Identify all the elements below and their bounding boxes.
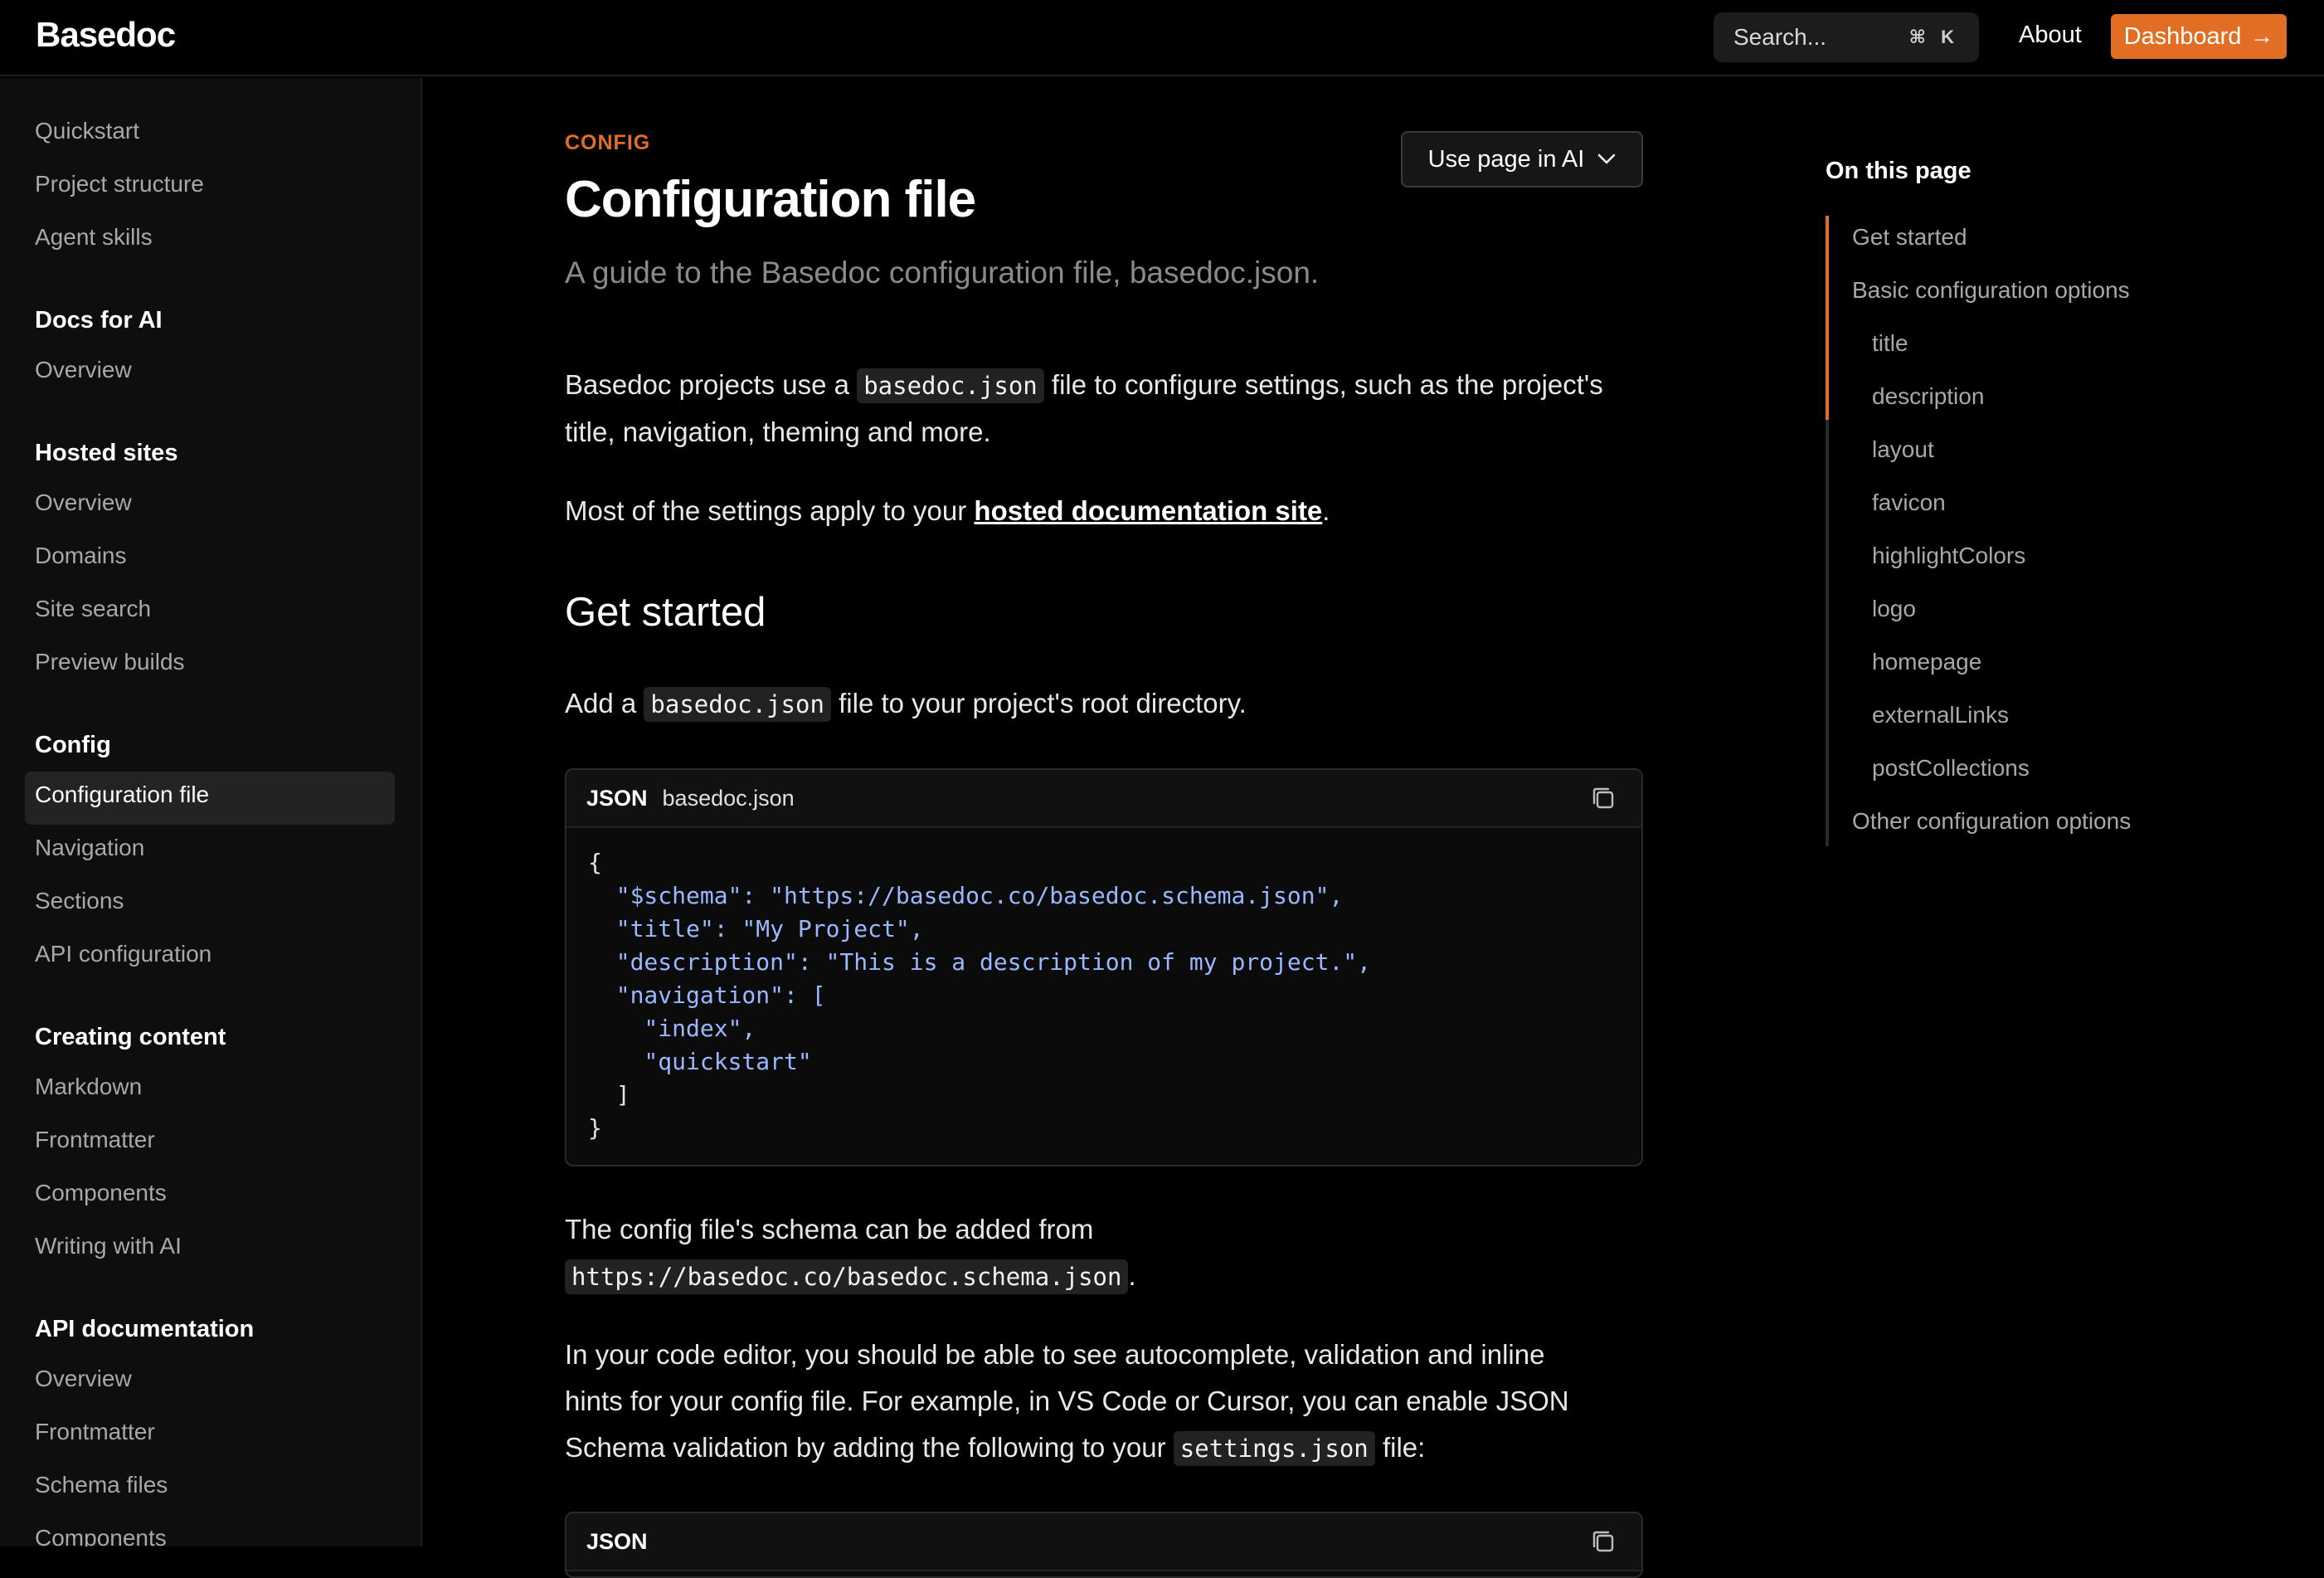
dashboard-label: Dashboard xyxy=(2123,22,2242,50)
intro-paragraph: Basedoc projects use a basedoc.json file… xyxy=(565,362,1643,455)
use-page-in-ai-button[interactable]: Use page in AI xyxy=(1401,131,1643,188)
toc-item-highlightcolors[interactable]: highlightColors xyxy=(1872,543,2025,569)
code-content: { "$schema": "https://basedoc.co/basedoc… xyxy=(566,828,1641,1155)
site-logo[interactable]: Basedoc xyxy=(36,15,176,55)
toc-title: On this page xyxy=(1826,158,1972,184)
code-block-settings-json: JSON xyxy=(565,1512,1643,1578)
code-line: "index", xyxy=(588,1015,756,1042)
code-language: JSON xyxy=(586,785,648,811)
sidebar-item-components[interactable]: Components xyxy=(35,1525,167,1546)
editor-paragraph: In your code editor, you should be able … xyxy=(565,1332,1610,1472)
hosted-documentation-site-link[interactable]: hosted documentation site xyxy=(974,495,1322,526)
search-placeholder: Search... xyxy=(1733,24,1827,50)
code-language: JSON xyxy=(586,1528,648,1554)
code-line: ] xyxy=(588,1081,630,1108)
sidebar-nav: Quickstart Project structure Agent skill… xyxy=(0,78,422,1546)
copy-icon[interactable] xyxy=(1590,785,1617,811)
sidebar-item-navigation[interactable]: Navigation xyxy=(35,835,144,861)
schema-paragraph: The config file's schema can be added fr… xyxy=(565,1206,1560,1300)
inline-code: basedoc.json xyxy=(857,368,1044,403)
sidebar-item-markdown[interactable]: Markdown xyxy=(35,1074,142,1100)
arrow-right-icon: → xyxy=(2249,22,2274,50)
sidebar-heading-config: Config xyxy=(35,732,111,758)
toc-item-get-started[interactable]: Get started xyxy=(1852,224,1967,251)
chevron-down-icon xyxy=(1598,153,1616,164)
code-line: "title": "My Project", xyxy=(588,915,924,942)
copy-icon[interactable] xyxy=(1590,1528,1617,1555)
sidebar-item-preview-builds[interactable]: Preview builds xyxy=(35,649,185,675)
sidebar-heading-docs-for-ai: Docs for AI xyxy=(35,307,163,334)
toc-item-other-configuration-options[interactable]: Other configuration options xyxy=(1852,808,2131,835)
code-filename: basedoc.json xyxy=(662,785,795,811)
sidebar-heading-hosted-sites: Hosted sites xyxy=(35,440,178,466)
sidebar-item-writing-with-ai[interactable]: Writing with AI xyxy=(35,1233,182,1259)
sidebar-item-configuration-file[interactable]: Configuration file xyxy=(35,782,209,808)
toc-item-basic-configuration-options[interactable]: Basic configuration options xyxy=(1852,277,2130,304)
sidebar-item-overview[interactable]: Overview xyxy=(35,1366,132,1392)
code-line: "navigation": [ xyxy=(588,981,826,1009)
page-title: Configuration file xyxy=(565,171,976,228)
text: Basedoc projects use a xyxy=(565,369,858,400)
sidebar-item-api-configuration[interactable]: API configuration xyxy=(35,941,211,967)
toc-active-indicator xyxy=(1826,216,1829,420)
toc-item-logo[interactable]: logo xyxy=(1872,596,1916,622)
text: . xyxy=(1322,495,1330,526)
sidebar-item-schema-files[interactable]: Schema files xyxy=(35,1472,168,1498)
code-block-basedoc-json: JSON basedoc.json { "$schema": "https://… xyxy=(565,768,1643,1166)
text: Most of the settings apply to your xyxy=(565,495,975,526)
heading-get-started: Get started xyxy=(565,590,766,635)
sidebar-item-frontmatter[interactable]: Frontmatter xyxy=(35,1127,155,1153)
sidebar-item-site-search[interactable]: Site search xyxy=(35,596,151,622)
inline-code: https://basedoc.co/basedoc.schema.json xyxy=(565,1259,1129,1294)
text: The config file's schema can be added fr… xyxy=(565,1214,1094,1244)
text: . xyxy=(1128,1260,1136,1291)
toc-item-postcollections[interactable]: postCollections xyxy=(1872,755,2030,782)
about-link[interactable]: About xyxy=(2019,22,2082,49)
toc-item-homepage[interactable]: homepage xyxy=(1872,649,1981,675)
sidebar-item-overview[interactable]: Overview xyxy=(35,489,132,516)
code-block-header: JSON basedoc.json xyxy=(566,770,1641,828)
toc-item-favicon[interactable]: favicon xyxy=(1872,489,1946,516)
toc-item-description[interactable]: description xyxy=(1872,383,1984,410)
code-line: "description": "This is a description of… xyxy=(588,948,1372,976)
hosted-site-paragraph: Most of the settings apply to your hoste… xyxy=(565,488,1643,534)
code-line: } xyxy=(588,1114,602,1142)
text: Add a xyxy=(565,688,644,718)
inline-code: basedoc.json xyxy=(644,687,831,722)
inline-code: settings.json xyxy=(1173,1431,1375,1466)
code-line: "quickstart" xyxy=(588,1048,812,1075)
text: file: xyxy=(1374,1432,1426,1463)
search-shortcut: ⌘ K xyxy=(1908,27,1959,47)
toc-item-layout[interactable]: layout xyxy=(1872,436,1934,463)
section-eyebrow: CONFIG xyxy=(565,131,651,154)
code-line: "$schema": "https://basedoc.co/basedoc.s… xyxy=(588,882,1344,909)
toc-item-title[interactable]: title xyxy=(1872,330,1908,357)
top-header: Basedoc Search... ⌘ K About Dashboard → xyxy=(0,0,2324,76)
search-input[interactable]: Search... ⌘ K xyxy=(1714,12,1979,62)
dashboard-button[interactable]: Dashboard → xyxy=(2111,14,2287,59)
sidebar-item-overview[interactable]: Overview xyxy=(35,357,132,383)
sidebar-item-quickstart[interactable]: Quickstart xyxy=(35,118,139,144)
sidebar-heading-api-documentation: API documentation xyxy=(35,1316,255,1342)
sidebar-item-project-structure[interactable]: Project structure xyxy=(35,171,204,197)
code-line: { xyxy=(588,849,602,876)
sidebar-item-components[interactable]: Components xyxy=(35,1180,167,1206)
text: file to your project's root directory. xyxy=(830,688,1247,718)
add-file-paragraph: Add a basedoc.json file to your project'… xyxy=(565,680,1643,728)
sidebar-item-agent-skills[interactable]: Agent skills xyxy=(35,224,153,251)
use-ai-label: Use page in AI xyxy=(1427,145,1585,173)
sidebar-heading-creating-content: Creating content xyxy=(35,1024,226,1050)
toc-item-externallinks[interactable]: externalLinks xyxy=(1872,702,2009,728)
sidebar-item-sections[interactable]: Sections xyxy=(35,888,124,914)
sidebar-item-domains[interactable]: Domains xyxy=(35,543,126,569)
code-block-header: JSON xyxy=(566,1513,1641,1571)
sidebar-item-frontmatter[interactable]: Frontmatter xyxy=(35,1419,155,1445)
page-subtitle: A guide to the Basedoc configuration fil… xyxy=(565,256,1320,290)
